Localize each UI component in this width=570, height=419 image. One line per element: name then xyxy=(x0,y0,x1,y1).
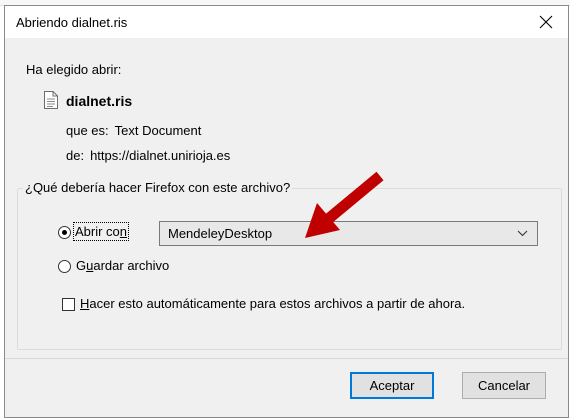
document-icon xyxy=(44,91,58,109)
close-icon xyxy=(539,15,553,29)
auto-action-access-key: H xyxy=(80,296,90,311)
auto-action-checkbox[interactable] xyxy=(62,298,75,311)
open-with-radio[interactable] xyxy=(58,226,71,239)
file-type-row: que es: Text Document xyxy=(66,123,201,138)
accept-button[interactable]: Aceptar xyxy=(350,372,434,399)
application-select-value: MendeleyDesktop xyxy=(168,226,273,241)
window-title: Abriendo dialnet.ris xyxy=(16,15,128,30)
save-file-radio[interactable] xyxy=(58,260,71,273)
file-source-row: de: https://dialnet.unirioja.es xyxy=(66,148,230,163)
save-file-label[interactable]: Guardar archivo xyxy=(76,258,169,273)
file-type-label: que es: xyxy=(66,123,109,138)
cancel-button[interactable]: Cancelar xyxy=(462,372,546,399)
close-button[interactable] xyxy=(524,6,568,38)
auto-action-label[interactable]: Hacer esto automáticamente para estos ar… xyxy=(80,296,465,311)
chosen-to-open-label: Ha elegido abrir: xyxy=(26,62,122,77)
open-with-label-text: Abrir co xyxy=(75,224,120,239)
footer-separator xyxy=(5,358,568,359)
application-select[interactable]: MendeleyDesktop xyxy=(159,221,538,246)
file-source-label: de: xyxy=(66,148,85,163)
action-group-legend: ¿Qué debería hacer Firefox con este arch… xyxy=(23,180,293,195)
auto-action-label-text: acer esto automáticamente para estos arc… xyxy=(89,296,466,311)
chevron-down-icon xyxy=(517,230,528,237)
download-dialog: Abriendo dialnet.ris Ha elegido abrir: d… xyxy=(4,5,569,418)
file-type-value: Text Document xyxy=(114,123,202,138)
title-bar: Abriendo dialnet.ris xyxy=(5,6,568,38)
open-with-label[interactable]: Abrir con xyxy=(72,222,130,241)
save-file-label-post: ardar archivo xyxy=(93,258,170,273)
save-file-label-pre: G xyxy=(76,258,87,273)
file-source-value: https://dialnet.unirioja.es xyxy=(90,148,231,163)
open-with-access-key: n xyxy=(119,224,128,239)
file-name: dialnet.ris xyxy=(66,93,133,109)
